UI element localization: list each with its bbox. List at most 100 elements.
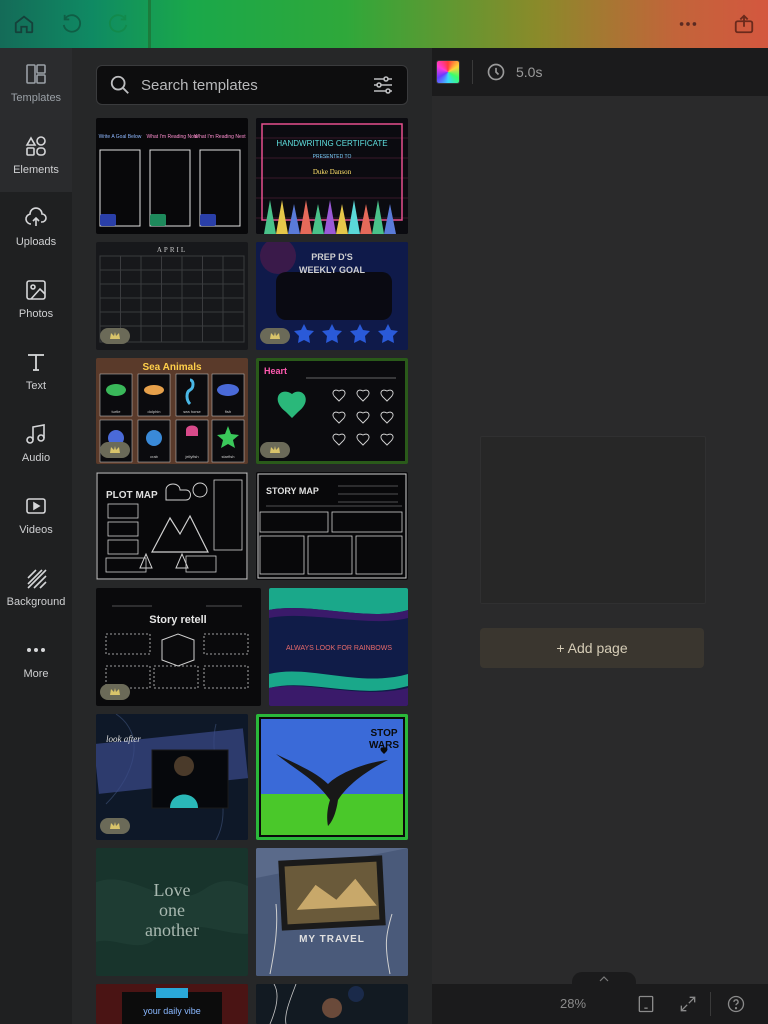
premium-badge — [260, 328, 290, 344]
top-toolbar — [0, 0, 768, 48]
more-horizontal-icon[interactable] — [676, 12, 700, 36]
rail-label-uploads: Uploads — [15, 236, 57, 248]
template-text: What I'm Reading Next — [194, 134, 246, 140]
editor-canvas-area: 5.0s + Add page — [432, 48, 768, 1024]
text-icon — [28, 354, 44, 371]
search-icon — [109, 74, 131, 96]
search-input[interactable]: Search templates — [96, 65, 408, 105]
rail-item-text[interactable]: Text — [0, 336, 72, 408]
template-title: HANDWRITING CERTIFICATE — [276, 139, 387, 148]
rail-item-uploads[interactable]: Uploads — [0, 192, 72, 264]
add-page-button[interactable]: + Add page — [480, 628, 704, 668]
rail-label-background: Background — [6, 596, 66, 608]
crown-icon — [110, 446, 120, 453]
page-grid-icon[interactable] — [636, 994, 656, 1014]
template-card[interactable]: STORY MAP — [256, 472, 408, 580]
template-card[interactable]: ALWAYS LOOK FOR RAINBOWS — [269, 588, 408, 706]
template-text: Write A Goal Below — [99, 134, 142, 140]
rail-item-more[interactable]: More — [0, 624, 72, 696]
rail-label-photos: Photos — [18, 308, 54, 320]
redo-icon[interactable] — [106, 12, 130, 36]
template-card[interactable]: Love one another — [96, 848, 248, 976]
rail-item-videos[interactable]: Videos — [0, 480, 72, 552]
elements-icon — [25, 136, 46, 156]
rail-item-audio[interactable]: Audio — [0, 408, 72, 480]
premium-badge — [100, 684, 130, 700]
photos-icon — [26, 280, 46, 300]
duration-label[interactable]: 5.0s — [516, 64, 542, 80]
templates-icon — [26, 64, 46, 84]
bottom-toolbar: 28% — [432, 972, 768, 1024]
premium-badge — [260, 442, 290, 458]
template-text: another — [145, 920, 199, 940]
template-text: PRESENTED TO — [313, 154, 352, 160]
template-text: fish — [225, 409, 231, 414]
audio-icon — [26, 424, 45, 444]
design-page[interactable] — [480, 436, 706, 604]
template-card[interactable]: STOP WARS — [256, 714, 408, 840]
fullscreen-icon[interactable] — [678, 994, 698, 1014]
template-card[interactable]: Write A Goal Below What I'm Reading Now … — [96, 118, 248, 234]
premium-badge — [100, 328, 130, 344]
clock-timer-icon[interactable] — [486, 62, 506, 82]
toolbar-divider — [472, 60, 473, 84]
templates-panel: Search templates Write A Goal Below What… — [72, 48, 432, 1024]
crown-icon — [110, 332, 120, 339]
template-text: Story retell — [149, 614, 206, 626]
premium-badge — [100, 818, 130, 834]
filter-sliders-icon[interactable] — [371, 73, 395, 97]
template-card[interactable]: MY TRAVEL — [256, 848, 408, 976]
more-icon — [27, 648, 45, 652]
crown-icon — [110, 822, 120, 829]
template-text: sea horse — [183, 409, 201, 414]
notes-handle[interactable] — [572, 972, 636, 986]
template-text: turtle — [112, 409, 122, 414]
home-icon[interactable] — [12, 12, 36, 36]
template-card[interactable]: look after — [96, 714, 248, 840]
template-title: APRIL — [157, 246, 187, 254]
videos-icon — [26, 498, 46, 514]
template-card[interactable]: Story retell — [96, 588, 261, 706]
template-text: MY TRAVEL — [299, 934, 365, 945]
template-card[interactable]: your daily vibe — [96, 984, 248, 1024]
background-icon — [27, 569, 47, 589]
crown-icon — [270, 332, 280, 339]
template-text: dolphin — [148, 409, 161, 414]
template-text: ALWAYS LOOK FOR RAINBOWS — [286, 645, 392, 652]
rail-item-photos[interactable]: Photos — [0, 264, 72, 336]
uploads-icon — [25, 207, 47, 226]
rail-label-text: Text — [25, 380, 47, 392]
template-text: PREP D'S — [311, 252, 353, 262]
template-card[interactable]: HANDWRITING CERTIFICATE PRESENTED TO Duk… — [256, 118, 408, 234]
rail-label-templates: Templates — [10, 92, 62, 104]
zoom-level[interactable]: 28% — [560, 996, 586, 1011]
template-card[interactable]: APRIL — [96, 242, 248, 350]
premium-badge — [100, 442, 130, 458]
toolbar-divider — [148, 0, 151, 48]
template-card[interactable]: Heart — [256, 358, 408, 464]
rail-item-elements[interactable]: Elements — [0, 120, 72, 192]
rail-label-more: More — [23, 668, 49, 680]
share-upload-icon[interactable] — [732, 12, 756, 36]
template-text: jellyfish — [184, 454, 198, 459]
rail-item-background[interactable]: Background — [0, 552, 72, 624]
rail-item-templates[interactable]: Templates — [0, 48, 72, 120]
search-placeholder: Search templates — [141, 76, 258, 94]
template-title: STORY MAP — [266, 486, 319, 496]
template-card[interactable]: Sea Animals turtle dolphin sea horse fis… — [96, 358, 248, 464]
template-text: look after — [106, 734, 141, 744]
template-text: What I'm Reading Now — [147, 134, 198, 140]
template-card[interactable] — [256, 984, 408, 1024]
rail-label-audio: Audio — [21, 452, 51, 464]
canvas-toolbar: 5.0s — [432, 48, 768, 96]
template-title: Heart — [264, 366, 287, 376]
color-picker-swatch[interactable] — [436, 60, 460, 84]
template-text: starfish — [222, 454, 235, 459]
template-card[interactable]: PREP D'S WEEKLY GOAL — [256, 242, 408, 350]
rail-label-elements: Elements — [13, 164, 59, 176]
undo-icon[interactable] — [60, 12, 84, 36]
template-text: one — [159, 900, 185, 920]
template-card[interactable]: PLOT MAP — [96, 472, 248, 580]
help-icon[interactable] — [726, 994, 746, 1014]
toolbar-divider — [710, 992, 711, 1016]
